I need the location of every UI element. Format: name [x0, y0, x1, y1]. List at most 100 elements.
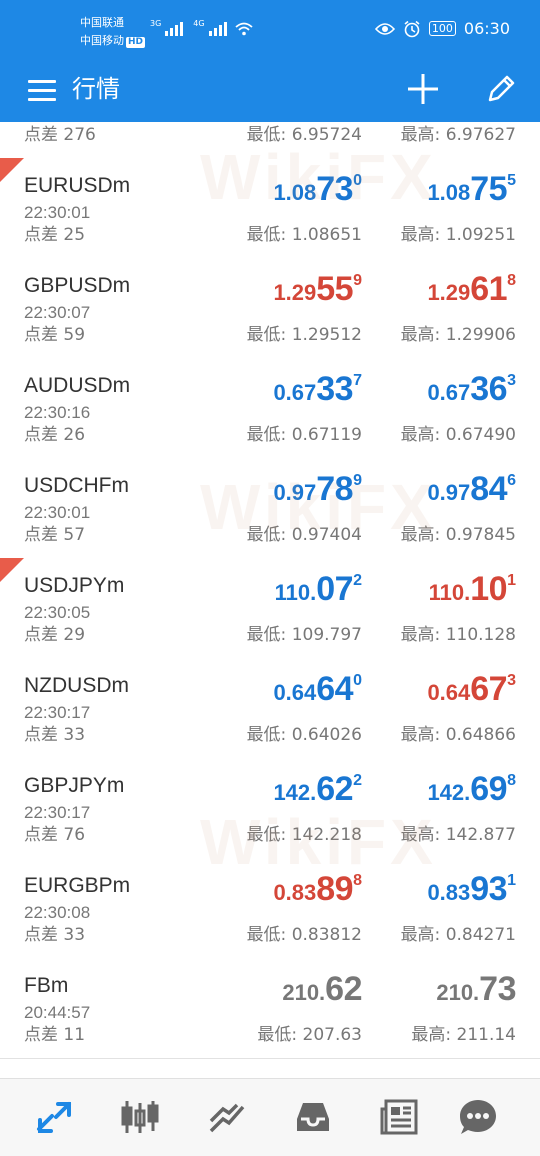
list-item[interactable]: 点差 276 最低: 6.95724 最高: 6.97627	[0, 122, 540, 159]
table-row[interactable]: GBPUSDm 22:30:07 点差 59 1.29559 1.29618 最低: 1.…	[0, 258, 540, 359]
price-prefix: 142.	[273, 780, 317, 805]
price-big-figure: 78	[316, 470, 354, 508]
price-pip: 9	[353, 272, 362, 289]
price-pip: 3	[507, 672, 516, 689]
table-row[interactable]: NZDUSDm 22:30:17 点差 33 0.64640 0.64673 最低: 0.…	[0, 658, 540, 759]
price-big-figure: 61	[470, 270, 508, 308]
price-big-figure: 62	[316, 770, 354, 808]
price-big-figure: 73	[316, 170, 354, 208]
price-pip: 3	[507, 372, 516, 389]
price-big-figure: 36	[470, 370, 508, 408]
price-prefix: 0.97	[427, 480, 471, 505]
carrier-info: 中国联通 中国移动 HD	[80, 14, 146, 50]
ask-price[interactable]: 0.83931	[427, 870, 516, 909]
signal-icons: 3G 4G	[150, 20, 253, 36]
status-right: 100 06:30	[374, 19, 510, 38]
ask-price[interactable]: 1.29618	[427, 270, 516, 309]
high-price: 最高: 6.97627	[400, 125, 516, 145]
carrier-2: 中国移动	[80, 34, 124, 47]
trade-icon[interactable]	[207, 1097, 247, 1137]
bid-price[interactable]: 1.29559	[273, 270, 362, 309]
price-prefix: 0.64	[273, 680, 317, 705]
bid-price[interactable]: 110.072	[275, 570, 362, 609]
price-prefix: 110.	[428, 580, 471, 605]
bid-price[interactable]: 0.64640	[273, 670, 362, 709]
low-price: 最低: 0.64026	[246, 725, 362, 745]
quote-time: 22:30:01	[24, 203, 91, 222]
chat-icon[interactable]	[458, 1097, 498, 1137]
price-prefix: 210.	[436, 980, 480, 1005]
table-row[interactable]: EURUSDm 22:30:01 点差 25 1.08730 1.08755 最低: 1.…	[0, 158, 540, 259]
quotes-icon[interactable]	[34, 1097, 74, 1137]
eye-icon	[374, 22, 395, 35]
carrier-1: 中国联通	[80, 16, 124, 29]
quote-time: 22:30:01	[24, 503, 91, 522]
bid-price[interactable]: 0.67337	[273, 370, 362, 409]
history-icon[interactable]	[293, 1097, 333, 1137]
news-icon[interactable]	[380, 1097, 420, 1137]
price-pip: 8	[353, 872, 362, 889]
status-bar: 中国联通 中国移动 HD 3G 4G 100 06:30	[0, 0, 540, 64]
table-row[interactable]: AUDUSDm 22:30:16 点差 26 0.67337 0.67363 最低: 0.…	[0, 358, 540, 459]
edit-icon[interactable]	[484, 72, 518, 106]
network-type-1: 3G	[150, 19, 162, 28]
table-row[interactable]: USDCHFm 22:30:01 点差 57 0.97789 0.97846 最低: 0.…	[0, 458, 540, 559]
spread-label: 点差 33	[24, 925, 86, 945]
signal-bars-icon	[208, 20, 227, 36]
table-row[interactable]: GBPJPYm 22:30:17 点差 76 142.622 142.698 最低: 14…	[0, 758, 540, 859]
price-pip: 1	[507, 572, 516, 589]
bid-price[interactable]: 142.622	[273, 770, 362, 809]
ask-price[interactable]: 0.97846	[427, 470, 516, 509]
quote-time: 22:30:16	[24, 403, 91, 422]
ask-price[interactable]: 1.08755	[427, 170, 516, 209]
spread-label: 点差 59	[24, 325, 86, 345]
alert-flag	[0, 558, 24, 582]
chart-icon[interactable]	[120, 1097, 160, 1137]
high-price: 最高: 0.64866	[400, 725, 516, 745]
signal-bars-icon	[165, 20, 184, 36]
ask-price[interactable]: 0.67363	[427, 370, 516, 409]
ask-price[interactable]: 0.64673	[427, 670, 516, 709]
price-pip: 8	[507, 272, 516, 289]
price-prefix: 210.	[282, 980, 326, 1005]
table-row[interactable]: USDJPYm 22:30:05 点差 29 110.072 110.101 最低: 10…	[0, 558, 540, 659]
price-big-figure: 93	[470, 870, 508, 908]
wifi-icon	[235, 22, 253, 36]
low-price: 最低: 0.97404	[246, 525, 362, 545]
bid-price[interactable]: 210.62	[282, 970, 362, 1009]
add-symbol-icon[interactable]	[406, 72, 440, 106]
ask-price[interactable]: 110.101	[429, 570, 516, 609]
price-prefix: 110.	[274, 580, 317, 605]
bid-price[interactable]: 0.83898	[273, 870, 362, 909]
ask-price[interactable]: 142.698	[427, 770, 516, 809]
price-prefix: 1.08	[427, 180, 471, 205]
high-price: 最高: 142.877	[400, 825, 516, 845]
price-pip: 2	[353, 572, 362, 589]
price-pip: 1	[507, 872, 516, 889]
ask-price[interactable]: 210.73	[436, 970, 516, 1009]
price-pip: 5	[507, 172, 516, 189]
price-big-figure: 67	[470, 670, 508, 708]
symbol-name: USDJPYm	[24, 574, 125, 597]
menu-icon[interactable]	[28, 80, 56, 102]
price-big-figure: 33	[316, 370, 354, 408]
table-row[interactable]: FBm 20:44:57 点差 11 210.62 210.73 最低: 207.63 最高…	[0, 958, 540, 1059]
hd-badge: HD	[126, 37, 146, 48]
price-big-figure: 62	[325, 970, 362, 1008]
price-prefix: 0.67	[427, 380, 471, 405]
network-type-2: 4G	[193, 19, 205, 28]
quotes-list[interactable]: 点差 276 最低: 6.95724 最高: 6.97627 EURUSDm 22…	[0, 122, 540, 1078]
page-title: 行情	[72, 75, 120, 103]
battery-icon: 100	[428, 21, 456, 36]
price-prefix: 1.29	[427, 280, 471, 305]
price-pip: 8	[507, 772, 516, 789]
bid-price[interactable]: 0.97789	[273, 470, 362, 509]
table-row[interactable]: EURGBPm 22:30:08 点差 33 0.83898 0.83931 最低: 0.…	[0, 858, 540, 959]
bid-price[interactable]: 1.08730	[273, 170, 362, 209]
price-pip: 9	[353, 472, 362, 489]
symbol-name: EURGBPm	[24, 874, 131, 897]
symbol-name: NZDUSDm	[24, 674, 129, 697]
spread-label: 点差 276	[24, 125, 96, 145]
spread-label: 点差 57	[24, 525, 86, 545]
low-price: 最低: 207.63	[257, 1025, 362, 1045]
